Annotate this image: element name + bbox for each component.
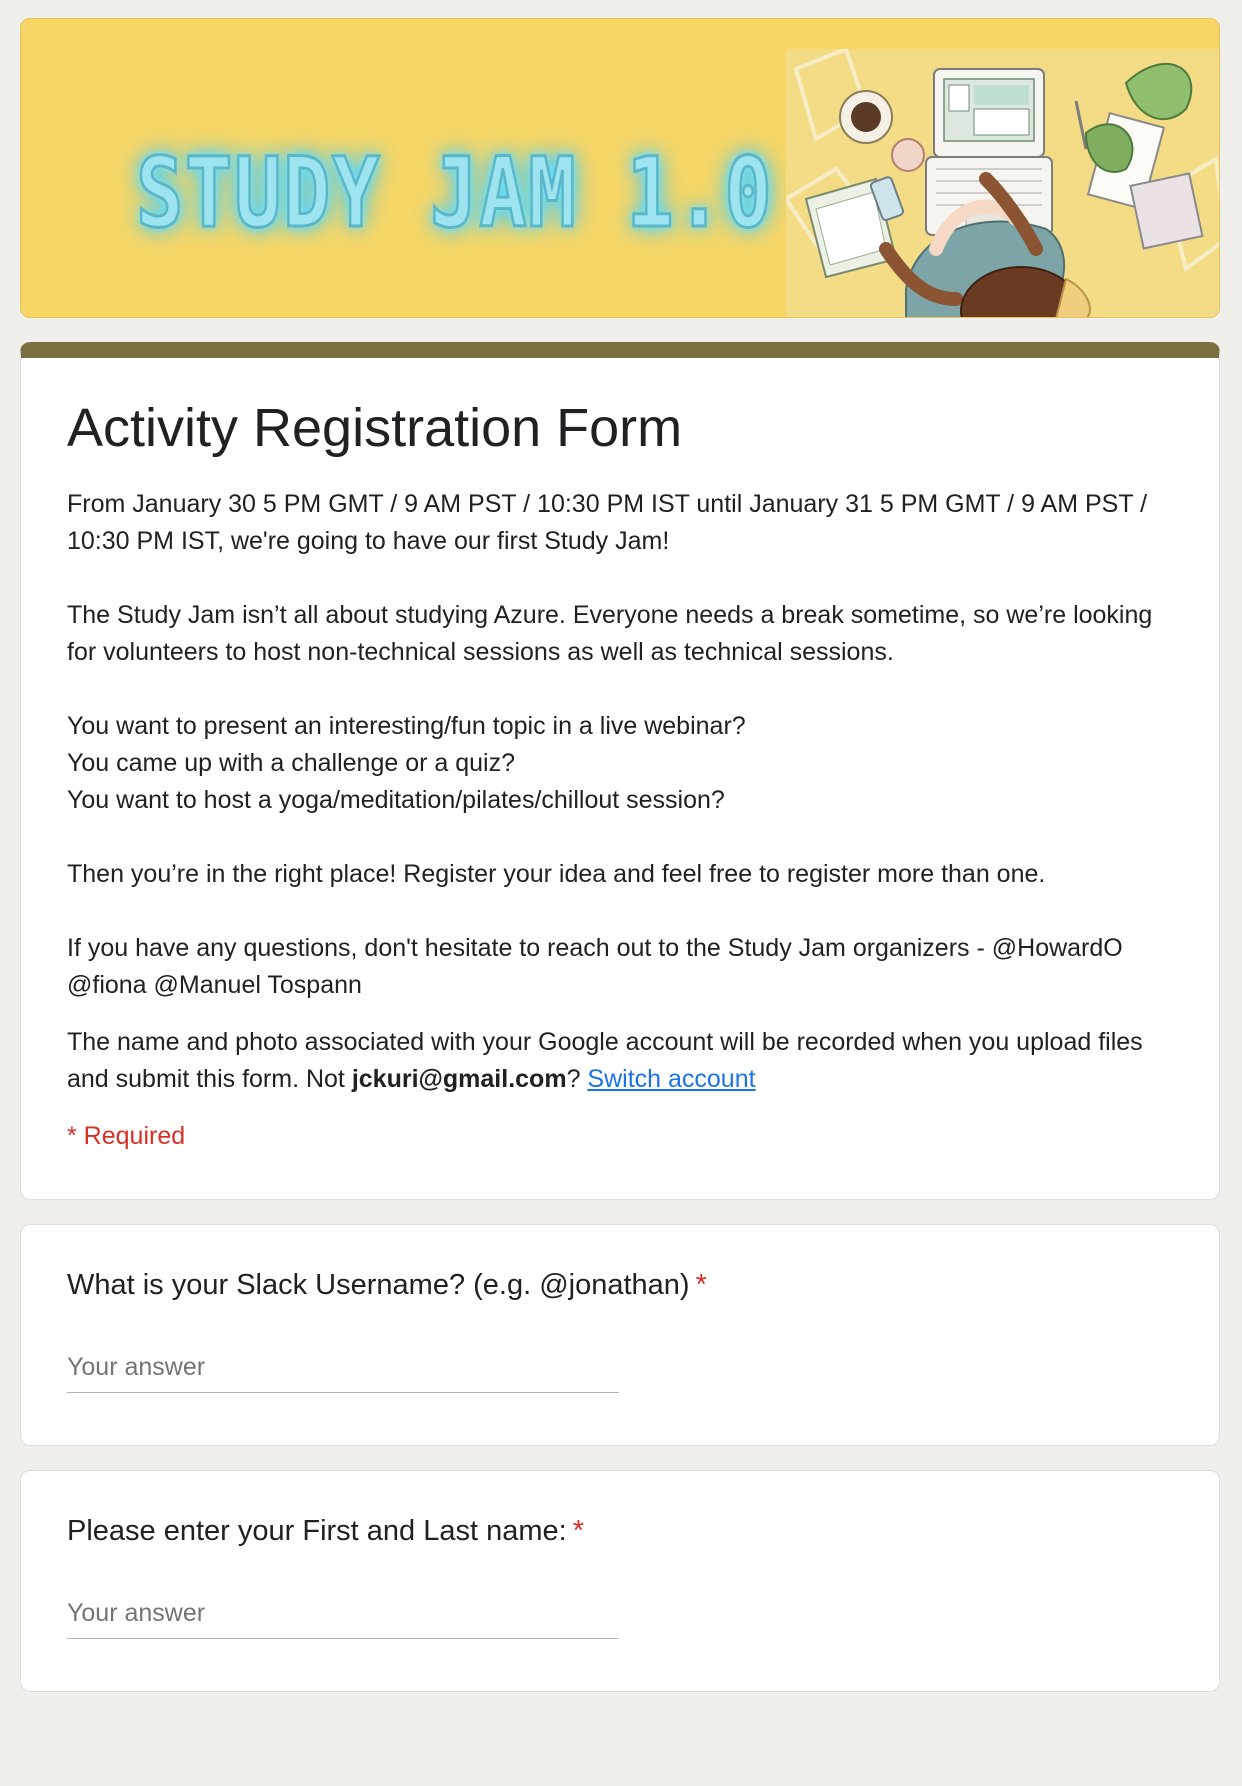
- form-description: From January 30 5 PM GMT / 9 AM PST / 10…: [67, 486, 1173, 1004]
- description-paragraph: If you have any questions, don't hesitat…: [67, 934, 1123, 999]
- required-asterisk: *: [572, 1515, 584, 1547]
- question-card-slack-username: What is your Slack Username? (e.g. @jona…: [20, 1224, 1220, 1446]
- slack-username-input[interactable]: [67, 1353, 619, 1393]
- form-container: STUDY JAM 1.0 Activity Registration Form…: [20, 18, 1220, 1692]
- description-paragraph: You want to present an interesting/fun t…: [67, 712, 746, 740]
- banner-title: STUDY JAM 1.0: [135, 136, 774, 251]
- form-title: Activity Registration Form: [67, 398, 683, 458]
- required-asterisk: *: [695, 1269, 707, 1301]
- switch-account-link[interactable]: Switch account: [587, 1065, 755, 1093]
- question-label: Please enter your First and Last name: *: [67, 1511, 1173, 1551]
- header-banner: STUDY JAM 1.0: [20, 18, 1220, 318]
- question-text: What is your Slack Username? (e.g. @jona…: [67, 1269, 690, 1301]
- account-notice: The name and photo associated with your …: [67, 1024, 1173, 1098]
- description-paragraph: Then you’re in the right place! Register…: [67, 860, 1046, 888]
- account-email: jckuri@gmail.com: [351, 1065, 567, 1093]
- form-header-card: Activity Registration Form From January …: [20, 342, 1220, 1200]
- description-paragraph: The Study Jam isn’t all about studying A…: [67, 601, 1153, 666]
- description-paragraph: You want to host a yoga/meditation/pilat…: [67, 786, 725, 814]
- question-label: What is your Slack Username? (e.g. @jona…: [67, 1265, 1173, 1305]
- required-note: * Required: [67, 1122, 186, 1150]
- full-name-input[interactable]: [67, 1599, 619, 1639]
- account-notice-suffix: ?: [566, 1065, 588, 1093]
- question-card-full-name: Please enter your First and Last name: *: [20, 1470, 1220, 1692]
- desk-illustration: [786, 49, 1219, 317]
- description-paragraph: You came up with a challenge or a quiz?: [67, 749, 515, 777]
- question-text: Please enter your First and Last name:: [67, 1515, 567, 1547]
- description-paragraph: From January 30 5 PM GMT / 9 AM PST / 10…: [67, 490, 1148, 555]
